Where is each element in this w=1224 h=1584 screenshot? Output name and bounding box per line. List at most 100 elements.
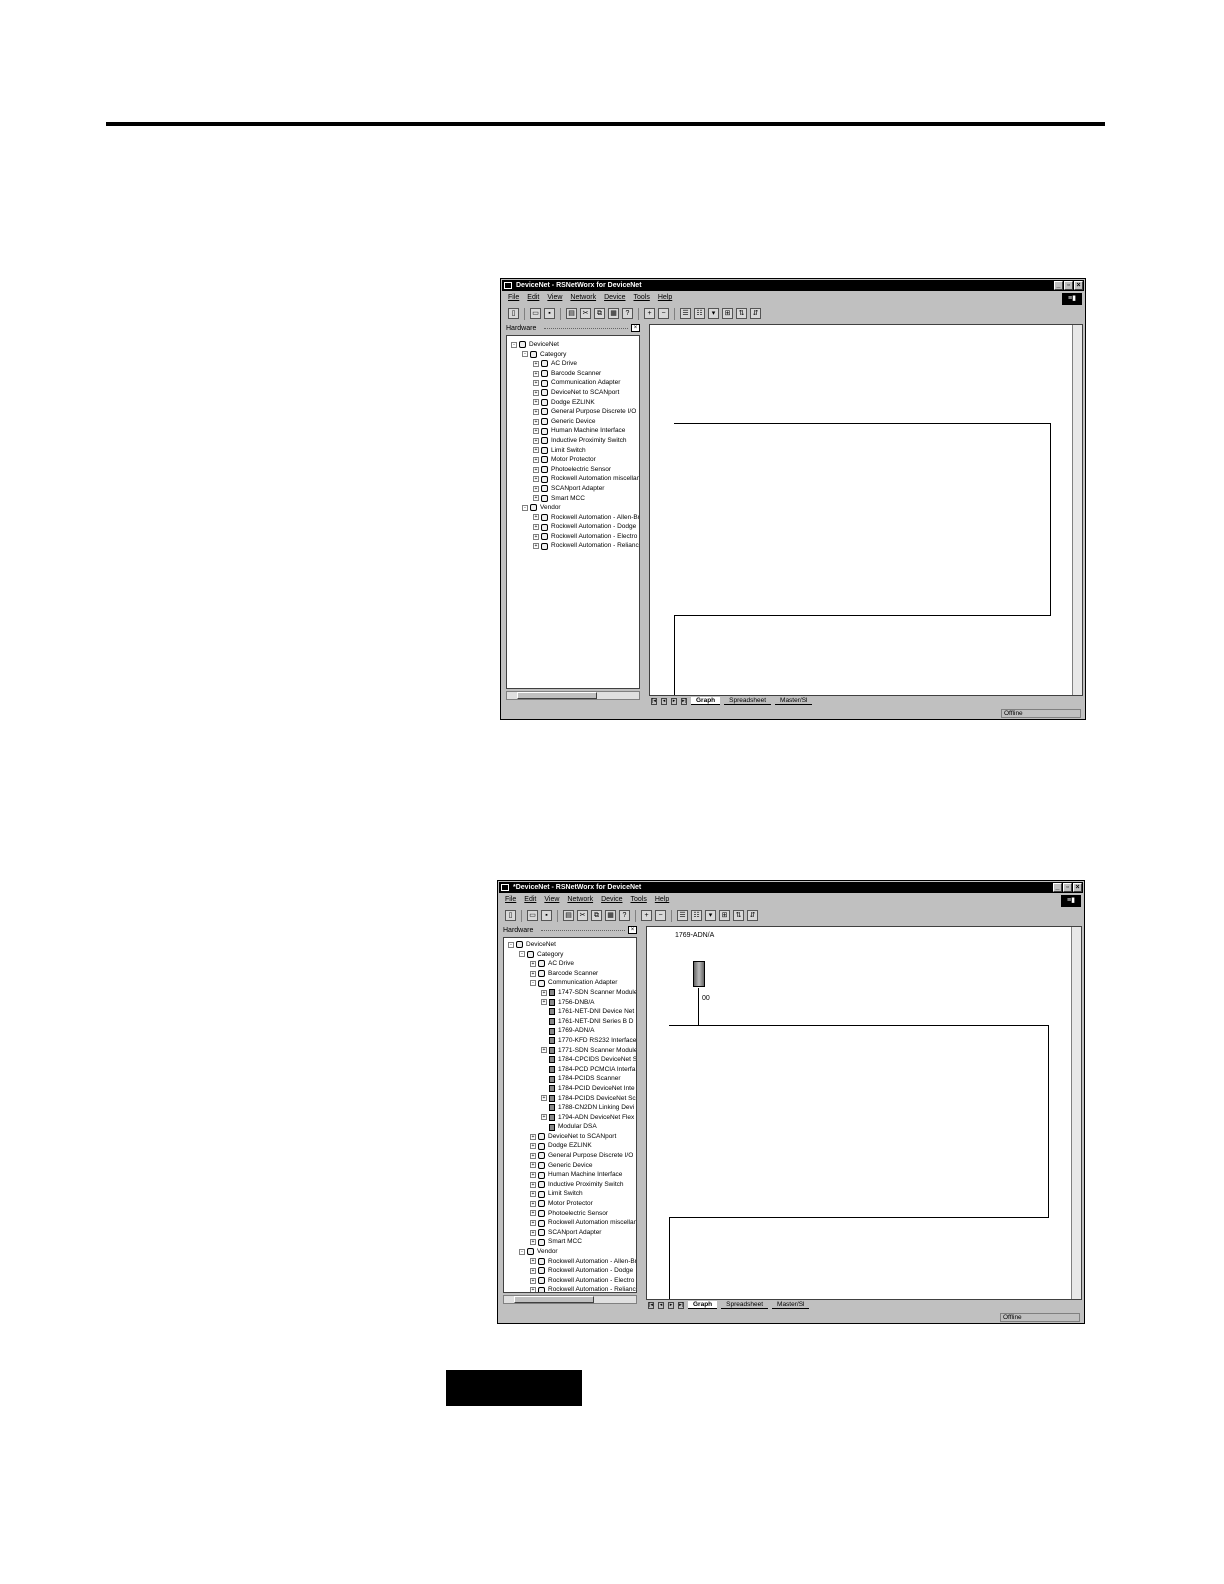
tree-item[interactable]: + Motor Protector xyxy=(504,1199,636,1209)
online-help-icon[interactable]: ≡▮ xyxy=(1061,895,1081,907)
tree-item[interactable]: + Rockwell Automation - Allen-Br xyxy=(504,1257,636,1267)
tree-horizontal-scrollbar[interactable] xyxy=(506,691,640,700)
expand-icon[interactable]: + xyxy=(533,447,539,454)
zoom-out-icon[interactable]: − xyxy=(658,308,669,319)
single-pass-browse-icon[interactable]: ☰ xyxy=(680,308,691,319)
minimize-button[interactable]: _ xyxy=(1053,883,1062,892)
graph-view[interactable]: 1769-ADN/A 00 xyxy=(646,926,1082,1300)
tree-item[interactable]: + Photoelectric Sensor xyxy=(504,1209,636,1219)
new-icon[interactable]: ▯ xyxy=(508,308,519,319)
whats-this-icon[interactable]: ? xyxy=(619,910,630,921)
menu-device[interactable]: Device xyxy=(604,292,625,304)
tree-item[interactable]: + Rockwell Automation - Reliance xyxy=(504,1285,636,1292)
tree-item[interactable]: + Rockwell Automation miscellan xyxy=(507,474,639,484)
expand-icon[interactable]: + xyxy=(530,1210,536,1217)
tree-item[interactable]: + Photoelectric Sensor xyxy=(507,465,639,475)
cut-icon[interactable]: ✂ xyxy=(580,308,591,319)
paste-icon[interactable]: ▦ xyxy=(608,308,619,319)
tree-item[interactable]: - Category xyxy=(507,350,639,360)
copy-icon[interactable]: ⧉ xyxy=(591,910,602,921)
upload-download-icon[interactable]: ⇅ xyxy=(736,308,747,319)
prev-tab-icon[interactable]: ◂ xyxy=(658,1301,664,1309)
tree-item[interactable]: 1784-CPCIDS DeviceNet S xyxy=(504,1055,636,1065)
save-icon[interactable]: ▪ xyxy=(541,910,552,921)
expand-icon[interactable]: + xyxy=(530,1229,536,1236)
close-button[interactable]: × xyxy=(1073,883,1082,892)
tree-item[interactable]: 1761-NET-DNI Series B D xyxy=(504,1017,636,1027)
collapse-icon[interactable]: - xyxy=(508,941,514,948)
menu-network[interactable]: Network xyxy=(567,894,593,906)
menu-help[interactable]: Help xyxy=(658,292,672,304)
expand-icon[interactable]: + xyxy=(533,543,539,550)
tree-item[interactable]: 1761-NET-DNI Device Net xyxy=(504,1007,636,1017)
tree-item[interactable]: +1784-PCIDS DeviceNet Sc xyxy=(504,1094,636,1104)
upload-download-icon[interactable]: ⇅ xyxy=(733,910,744,921)
tree-item[interactable]: + Barcode Scanner xyxy=(507,369,639,379)
tree-item[interactable]: + SCANport Adapter xyxy=(504,1228,636,1238)
expand-icon[interactable]: + xyxy=(530,1220,536,1227)
graph-vertical-scrollbar[interactable] xyxy=(1071,927,1081,1299)
tree-item[interactable]: + Rockwell Automation miscellan xyxy=(504,1218,636,1228)
tree-item[interactable]: - Vendor xyxy=(504,1247,636,1257)
whats-this-icon[interactable]: ? xyxy=(622,308,633,319)
menu-view[interactable]: View xyxy=(547,292,562,304)
expand-icon[interactable]: + xyxy=(530,1258,536,1265)
online-icon[interactable]: ▾ xyxy=(708,308,719,319)
collapse-icon[interactable]: - xyxy=(511,341,517,348)
close-panel-icon[interactable]: × xyxy=(628,926,637,934)
expand-icon[interactable]: + xyxy=(533,524,539,531)
expand-icon[interactable]: + xyxy=(530,1191,536,1198)
title-bar[interactable]: *DeviceNet - RSNetWorx for DeviceNet _ ▫… xyxy=(499,882,1083,893)
expand-icon[interactable]: + xyxy=(533,476,539,483)
tree-item[interactable]: + General Purpose Discrete I/O xyxy=(507,407,639,417)
zoom-out-icon[interactable]: − xyxy=(655,910,666,921)
tree-item[interactable]: + Smart MCC xyxy=(507,494,639,504)
zoom-in-icon[interactable]: + xyxy=(641,910,652,921)
hardware-tree[interactable]: - DeviceNet - Category + AC Drive + Barcode Sca… xyxy=(503,937,637,1293)
tree-item[interactable]: + Smart MCC xyxy=(504,1237,636,1247)
expand-icon[interactable]: + xyxy=(533,360,539,367)
tree-item[interactable]: 1784-PCID DeviceNet Inte xyxy=(504,1084,636,1094)
hardware-tree[interactable]: - DeviceNet - Category + AC Drive + Barcode Sca… xyxy=(506,335,640,689)
tree-item[interactable]: Modular DSA xyxy=(504,1122,636,1132)
tree-item[interactable]: + Motor Protector xyxy=(507,455,639,465)
tree-item[interactable]: + Barcode Scanner xyxy=(504,969,636,979)
expand-icon[interactable]: + xyxy=(530,1172,536,1179)
scrollbar-thumb[interactable] xyxy=(514,1296,594,1303)
tab-spreadsheet[interactable]: Spreadsheet xyxy=(721,1301,769,1309)
tree-item[interactable]: + Dodge EZLINK xyxy=(507,398,639,408)
collapse-icon[interactable]: - xyxy=(530,980,536,987)
next-tab-icon[interactable]: ▸ xyxy=(671,697,677,705)
menu-edit[interactable]: Edit xyxy=(524,894,536,906)
expand-icon[interactable]: + xyxy=(533,456,539,463)
online-help-icon[interactable]: ≡▮ xyxy=(1062,293,1082,305)
expand-icon[interactable]: + xyxy=(530,1143,536,1150)
scrollbar-thumb[interactable] xyxy=(517,692,597,699)
tree-item[interactable]: - DeviceNet xyxy=(504,940,636,950)
paste-icon[interactable]: ▦ xyxy=(605,910,616,921)
copy-icon[interactable]: ⧉ xyxy=(594,308,605,319)
expand-icon[interactable]: + xyxy=(530,1181,536,1188)
graph-view[interactable] xyxy=(649,324,1083,696)
tree-item[interactable]: 1769-ADN/A xyxy=(504,1026,636,1036)
last-tab-icon[interactable]: ▸| xyxy=(681,697,687,705)
continuous-browse-icon[interactable]: ☷ xyxy=(694,308,705,319)
collapse-icon[interactable]: - xyxy=(522,504,528,511)
expand-icon[interactable]: + xyxy=(530,970,536,977)
expand-icon[interactable]: + xyxy=(533,495,539,502)
expand-icon[interactable]: + xyxy=(541,1095,547,1102)
tree-item[interactable]: +1756-DNB/A xyxy=(504,998,636,1008)
continuous-browse-icon[interactable]: ☷ xyxy=(691,910,702,921)
network-icon[interactable]: ⊞ xyxy=(719,910,730,921)
single-pass-browse-icon[interactable]: ☰ xyxy=(677,910,688,921)
expand-icon[interactable]: + xyxy=(533,533,539,540)
expand-icon[interactable]: + xyxy=(530,1152,536,1159)
tree-item[interactable]: + Generic Device xyxy=(504,1161,636,1171)
cut-icon[interactable]: ✂ xyxy=(577,910,588,921)
title-bar[interactable]: DeviceNet - RSNetWorx for DeviceNet _ ▫ … xyxy=(502,280,1084,291)
tree-item[interactable]: + General Purpose Discrete I/O xyxy=(504,1151,636,1161)
expand-icon[interactable]: + xyxy=(533,466,539,473)
print-icon[interactable]: ▤ xyxy=(566,308,577,319)
collapse-icon[interactable]: - xyxy=(522,351,528,358)
menu-tools[interactable]: Tools xyxy=(630,894,646,906)
